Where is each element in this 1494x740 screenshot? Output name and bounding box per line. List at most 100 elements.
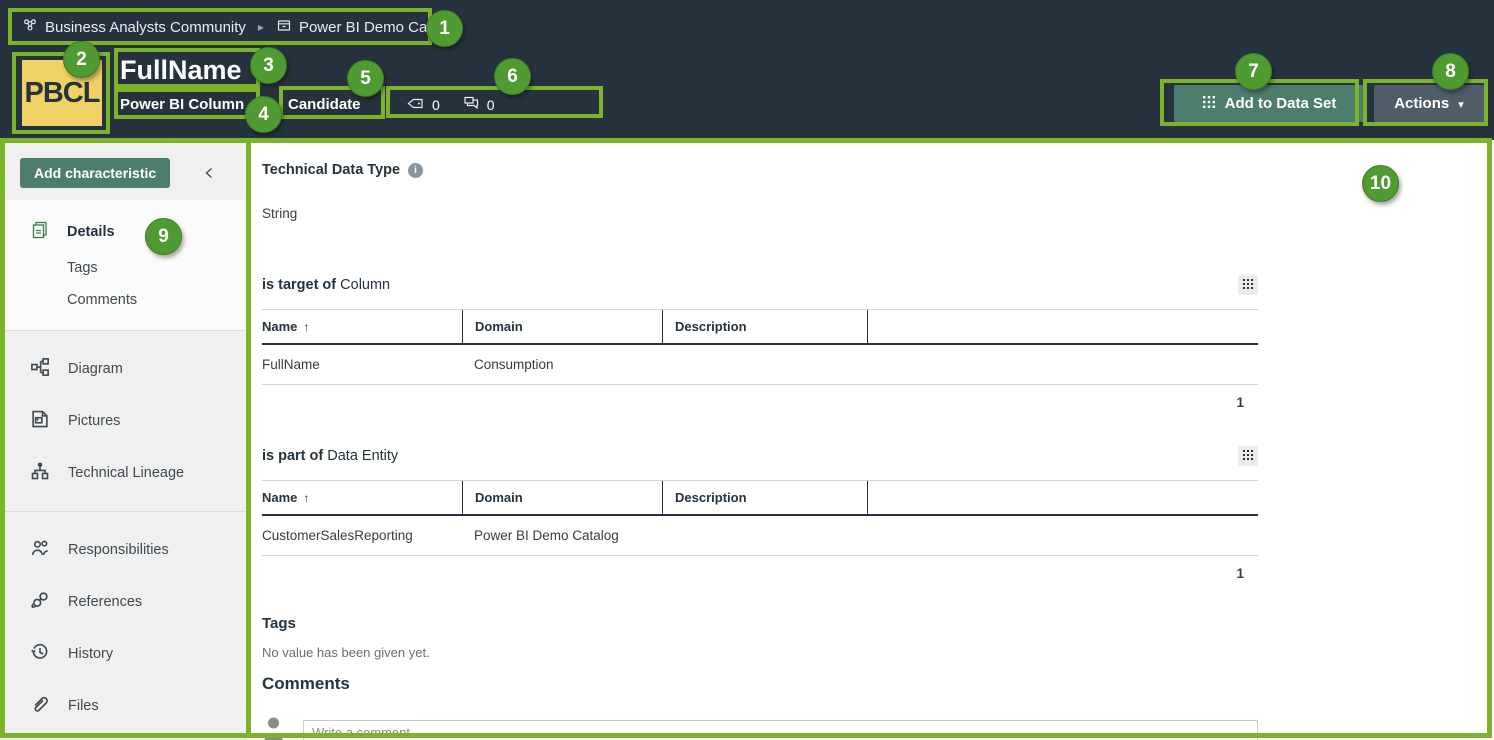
comment-count: 0 xyxy=(487,97,495,113)
breadcrumb-catalog-link[interactable]: Power BI Demo Catalog xyxy=(276,17,460,37)
cell-domain[interactable]: Power BI Demo Catalog xyxy=(462,516,662,555)
sidebar-group-visuals: Diagram Pictures xyxy=(0,331,247,511)
status-badge: Candidate xyxy=(288,96,406,113)
relation-title-type: Data Entity xyxy=(327,448,398,464)
technical-data-type-heading: Technical Data Type i xyxy=(262,162,1258,178)
diagram-icon xyxy=(30,357,50,381)
sidebar: Add characteristic Details xyxy=(0,140,247,740)
column-header-name[interactable]: Name ↑ xyxy=(262,310,462,343)
sidebar-item-comments[interactable]: Comments xyxy=(5,284,247,316)
tags-heading: Tags xyxy=(262,615,1258,632)
sidebar-item-references[interactable]: References xyxy=(0,576,247,628)
breadcrumb-catalog-label: Power BI Demo Catalog xyxy=(299,19,460,36)
technical-data-type-label: Technical Data Type xyxy=(262,162,400,178)
relation-is-target-of-column: is target of Column xyxy=(262,275,1258,410)
sidebar-item-pictures[interactable]: Pictures xyxy=(0,395,247,447)
column-header-description[interactable]: Description xyxy=(662,481,867,514)
asset-type-badge: PBCL xyxy=(22,60,102,126)
asset-subtitle-row: Power BI Column Candidate 0 xyxy=(120,95,495,114)
sort-ascending-icon: ↑ xyxy=(303,320,309,334)
column-header-name[interactable]: Name ↑ xyxy=(262,481,462,514)
responsibilities-icon xyxy=(30,538,50,562)
sidebar-toolbar: Add characteristic xyxy=(0,140,247,200)
sidebar-item-responsibilities-label: Responsibilities xyxy=(68,542,169,558)
relation-table: Name ↑ Domain Description CustomerSalesR… xyxy=(262,480,1258,581)
relation-title-bold: is target of xyxy=(262,277,336,293)
cell-domain[interactable]: Consumption xyxy=(462,345,662,384)
sidebar-item-pictures-label: Pictures xyxy=(68,413,120,429)
sidebar-item-history-label: History xyxy=(68,646,113,662)
page-header: Business Analysts Community ▸ Power BI D… xyxy=(0,0,1494,140)
sidebar-item-diagram[interactable]: Diagram xyxy=(0,343,247,395)
cell-description xyxy=(662,516,867,555)
info-icon[interactable]: i xyxy=(408,163,423,178)
column-header-description[interactable]: Description xyxy=(662,310,867,343)
tag-counter[interactable]: 0 xyxy=(406,96,440,114)
files-paperclip-icon xyxy=(30,694,50,718)
sidebar-item-references-label: References xyxy=(68,594,142,610)
tags-empty-message: No value has been given yet. xyxy=(262,645,1258,660)
sidebar-item-responsibilities[interactable]: Responsibilities xyxy=(0,524,247,576)
comment-input[interactable] xyxy=(303,720,1258,740)
asset-type-label: Power BI Column xyxy=(120,96,288,113)
page-title: FullName xyxy=(120,55,242,86)
sidebar-item-technical-lineage[interactable]: Technical Lineage xyxy=(0,447,247,499)
tag-count: 0 xyxy=(432,97,440,113)
sidebar-item-history[interactable]: History xyxy=(0,628,247,680)
main-content: Technical Data Type i String is target o… xyxy=(247,140,1494,740)
breadcrumb-community-label: Business Analysts Community xyxy=(45,19,246,36)
actions-label: Actions xyxy=(1394,95,1449,112)
relation-is-part-of-data-entity: is part of Data Entity xyxy=(262,446,1258,581)
sidebar-group-meta: Responsibilities References xyxy=(0,511,247,740)
comments-section: Comments xyxy=(262,674,1258,740)
actions-button[interactable]: Actions ▾ xyxy=(1374,85,1484,122)
details-pages-icon xyxy=(30,220,50,244)
comment-counter[interactable]: 0 xyxy=(462,95,495,114)
sidebar-item-details[interactable]: Details xyxy=(5,212,247,252)
cell-description xyxy=(662,345,867,384)
table-settings-button[interactable] xyxy=(1238,275,1258,295)
community-icon xyxy=(22,17,38,37)
header-actions: Add to Data Set Actions ▾ xyxy=(1174,85,1484,122)
references-icon xyxy=(30,590,50,614)
column-header-domain[interactable]: Domain xyxy=(462,310,662,343)
sidebar-item-technical-lineage-label: Technical Lineage xyxy=(68,465,184,481)
cell-name[interactable]: FullName xyxy=(262,345,462,384)
table-settings-button[interactable] xyxy=(1238,446,1258,466)
sidebar-item-files[interactable]: Files xyxy=(0,680,247,732)
relation-table: Name ↑ Domain Description FullName Consu… xyxy=(262,309,1258,410)
comments-heading: Comments xyxy=(262,674,1258,694)
sort-ascending-icon: ↑ xyxy=(303,491,309,505)
add-to-dataset-label: Add to Data Set xyxy=(1225,95,1337,112)
column-header-empty xyxy=(867,310,1258,343)
sidebar-collapse-button[interactable] xyxy=(202,165,216,181)
tag-icon xyxy=(406,96,425,114)
comments-icon xyxy=(462,95,480,114)
avatar xyxy=(262,716,285,740)
dataset-grid-icon xyxy=(1202,95,1216,113)
table-row[interactable]: FullName Consumption xyxy=(262,345,1258,385)
add-to-dataset-button[interactable]: Add to Data Set xyxy=(1174,85,1364,122)
add-characteristic-button[interactable]: Add characteristic xyxy=(20,158,170,188)
sidebar-item-details-label: Details xyxy=(67,224,115,240)
sidebar-item-files-label: Files xyxy=(68,698,99,714)
sidebar-item-tags[interactable]: Tags xyxy=(5,252,247,284)
tags-section: Tags No value has been given yet. xyxy=(262,615,1258,660)
grid-dots-icon xyxy=(1242,449,1254,464)
relation-title: is part of Data Entity xyxy=(262,448,398,464)
row-count: 1 xyxy=(262,385,1258,410)
column-header-domain[interactable]: Domain xyxy=(462,481,662,514)
chevron-down-icon: ▾ xyxy=(1458,98,1464,111)
breadcrumb-community-link[interactable]: Business Analysts Community xyxy=(22,17,246,37)
asset-counters: 0 0 xyxy=(406,95,495,114)
cell-name[interactable]: CustomerSalesReporting xyxy=(262,516,462,555)
relation-title: is target of Column xyxy=(262,277,390,293)
sidebar-item-diagram-label: Diagram xyxy=(68,361,123,377)
relation-title-type: Column xyxy=(340,277,390,293)
catalog-icon xyxy=(276,17,292,37)
grid-dots-icon xyxy=(1242,278,1254,293)
table-row[interactable]: CustomerSalesReporting Power BI Demo Cat… xyxy=(262,516,1258,556)
breadcrumb: Business Analysts Community ▸ Power BI D… xyxy=(22,17,460,37)
app-page: Business Analysts Community ▸ Power BI D… xyxy=(0,0,1494,740)
column-header-empty xyxy=(867,481,1258,514)
